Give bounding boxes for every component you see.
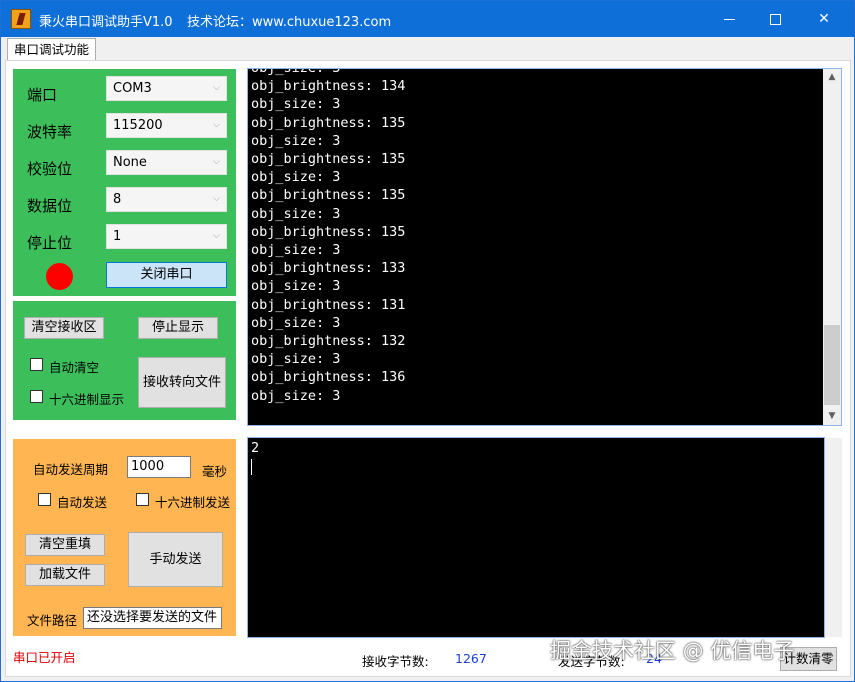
auto-send-checkbox[interactable] (38, 493, 51, 506)
recv-bytes-label: 接收字节数: (362, 654, 429, 669)
auto-clear-checkbox[interactable] (30, 358, 43, 371)
load-file-button[interactable]: 加载文件 (25, 564, 105, 586)
close-button[interactable]: ✕ (801, 1, 847, 37)
maximize-icon (770, 14, 781, 25)
chevron-down-icon: ⌵ (213, 83, 220, 93)
chevron-down-icon: ⌵ (213, 231, 220, 241)
port-label: 端口 (27, 86, 58, 104)
manual-send-button[interactable]: 手动发送 (128, 532, 223, 587)
receive-to-file-button[interactable]: 接收转向文件 (138, 357, 226, 408)
watermark-text: 掘金技术社区 @ 优信电子 (550, 639, 795, 663)
scroll-up-icon[interactable]: ▲ (823, 69, 841, 86)
databits-select-value: 8 (113, 192, 122, 207)
text-caret (251, 459, 252, 475)
hex-display-checkbox[interactable] (30, 390, 43, 403)
stopbits-select-value: 1 (113, 229, 122, 244)
close-port-button[interactable]: 关闭串口 (106, 262, 227, 288)
window-title: 秉火串口调试助手V1.0 (39, 15, 173, 30)
receive-textarea[interactable]: obj_size: 3 obj_brightness: 134 obj_size… (247, 68, 842, 426)
scroll-down-icon[interactable]: ▼ (823, 408, 841, 425)
baud-select-value: 115200 (113, 118, 163, 133)
close-icon: ✕ (818, 11, 830, 27)
port-select-value: COM3 (113, 81, 152, 96)
baud-select[interactable]: 115200 ⌵ (106, 113, 227, 138)
receive-scrollbar[interactable]: ▲ ▼ (823, 69, 841, 425)
stopbits-label: 停止位 (27, 234, 73, 252)
hex-send-checkbox[interactable] (136, 493, 149, 506)
auto-send-label: 自动发送 (57, 495, 108, 510)
clear-refill-button[interactable]: 清空重填 (25, 534, 105, 556)
period-unit-label: 毫秒 (202, 464, 228, 479)
port-status-text: 串口已开启 (13, 650, 76, 665)
forum-link-text: 技术论坛：www.chuxue123.com (187, 15, 392, 30)
baud-label: 波特率 (27, 123, 73, 141)
send-text: 2 (251, 440, 260, 456)
recv-bytes-value: 1267 (455, 651, 487, 666)
port-select[interactable]: COM3 ⌵ (106, 76, 227, 101)
title-bar[interactable]: 秉火串口调试助手V1.0 技术论坛：www.chuxue123.com ✕ (1, 1, 854, 37)
hex-send-label: 十六进制发送 (155, 495, 231, 510)
chevron-down-icon: ⌵ (213, 120, 220, 130)
clear-receive-button[interactable]: 清空接收区 (24, 317, 104, 339)
file-path-label: 文件路径 (27, 613, 78, 628)
auto-send-period-input[interactable]: 1000 (127, 456, 191, 478)
parity-label: 校验位 (27, 160, 73, 178)
minimize-icon (724, 19, 735, 20)
databits-label: 数据位 (27, 197, 73, 215)
app-logo-icon (11, 9, 31, 29)
parity-select-value: None (113, 155, 147, 170)
stopbits-select[interactable]: 1 ⌵ (106, 224, 227, 249)
auto-send-period-label: 自动发送周期 (33, 462, 109, 477)
file-path-input[interactable]: 还没选择要发送的文件 (83, 607, 222, 629)
maximize-button[interactable] (753, 1, 799, 37)
chevron-down-icon: ⌵ (213, 157, 220, 167)
scrollbar-thumb[interactable] (824, 325, 840, 405)
app-window: 秉火串口调试助手V1.0 技术论坛：www.chuxue123.com ✕ 串口… (0, 0, 855, 682)
auto-clear-label: 自动清空 (49, 360, 100, 375)
send-scrollbar[interactable] (825, 438, 842, 637)
receive-text: obj_size: 3 obj_brightness: 134 obj_size… (251, 68, 406, 404)
stop-display-button[interactable]: 停止显示 (138, 317, 218, 339)
chevron-down-icon: ⌵ (213, 194, 220, 204)
databits-select[interactable]: 8 ⌵ (106, 187, 227, 212)
hex-display-label: 十六进制显示 (49, 392, 125, 407)
tab-serial-debug[interactable]: 串口调试功能 (7, 38, 96, 61)
minimize-button[interactable] (707, 1, 753, 37)
send-textarea[interactable]: 2 (247, 437, 825, 638)
parity-select[interactable]: None ⌵ (106, 150, 227, 175)
port-status-led (46, 263, 73, 290)
